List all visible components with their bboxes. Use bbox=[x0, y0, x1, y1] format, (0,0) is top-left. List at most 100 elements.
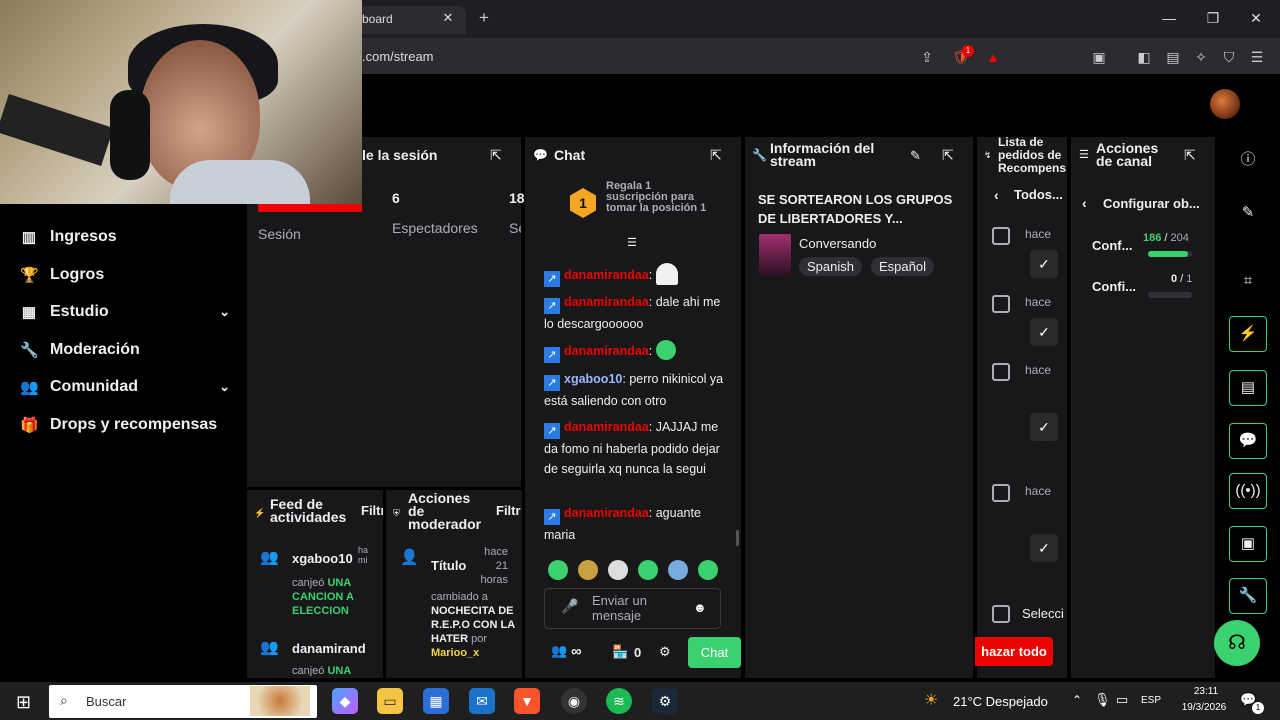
mod-filter-button[interactable]: Filtr bbox=[496, 503, 522, 518]
pencil-icon[interactable]: ✎ bbox=[910, 148, 921, 164]
emoji-icon[interactable]: ☻ bbox=[693, 600, 707, 615]
chevron-left-icon[interactable]: ‹ bbox=[1082, 195, 1087, 211]
quick-action-wrench[interactable]: 🔧 bbox=[1229, 578, 1267, 614]
wallet-icon[interactable]: ▤ bbox=[1162, 46, 1184, 68]
chat-username[interactable]: xgaboo10 bbox=[564, 372, 622, 386]
users-icon[interactable]: 👥 bbox=[551, 643, 567, 659]
sidebar-item-logros[interactable]: 🏆 Logros bbox=[20, 260, 230, 290]
popout-icon[interactable]: ⇱ bbox=[490, 147, 502, 164]
sidebar-item-ingresos[interactable]: ▥ Ingresos bbox=[20, 222, 230, 252]
queue-row-checkbox[interactable] bbox=[992, 227, 1010, 245]
pencil-icon[interactable]: ✎ bbox=[1229, 195, 1267, 231]
sub-banner-text[interactable]: Regala 1 suscripción para tomar la posic… bbox=[606, 181, 710, 214]
reader-icon[interactable]: ▣ bbox=[1088, 46, 1110, 68]
obs-icon[interactable]: ◉ bbox=[561, 688, 587, 714]
category-name[interactable]: Conversando bbox=[799, 236, 876, 251]
gear-icon[interactable]: ⚙ bbox=[659, 644, 671, 660]
category-boxart[interactable] bbox=[759, 234, 791, 276]
approve-icon[interactable]: ✓ bbox=[1030, 318, 1058, 346]
queue-row-checkbox[interactable] bbox=[992, 295, 1010, 313]
emote-icon[interactable] bbox=[608, 560, 628, 580]
popout-icon[interactable]: ⇱ bbox=[710, 147, 722, 164]
sidebar-toggle-icon[interactable]: ◧ bbox=[1133, 46, 1155, 68]
mic-icon[interactable]: 🎤 bbox=[561, 598, 578, 615]
outlook-icon[interactable]: ✉ bbox=[469, 688, 495, 714]
quick-action-lightning[interactable]: ⚡ bbox=[1229, 316, 1267, 352]
sidebar-item-drops[interactable]: 🎁 Drops y recompensas bbox=[20, 410, 230, 440]
chevron-up-icon[interactable]: ⌃ bbox=[1072, 693, 1082, 707]
chevron-left-icon[interactable]: ‹ bbox=[994, 187, 999, 203]
tag-spanish[interactable]: Spanish bbox=[799, 257, 862, 276]
clip-icon[interactable]: ⌗ bbox=[1229, 263, 1267, 299]
chat-username[interactable]: danamirandaa bbox=[564, 268, 649, 282]
windows-start-icon[interactable]: ⊞ bbox=[16, 692, 31, 713]
store-icon[interactable]: ▦ bbox=[423, 688, 449, 714]
approve-icon[interactable]: ✓ bbox=[1030, 413, 1058, 441]
mod-user[interactable]: Marioo_x bbox=[431, 647, 479, 659]
tag-espanol[interactable]: Español bbox=[871, 257, 934, 276]
sidebar-item-estudio[interactable]: ▦ Estudio ⌄ bbox=[20, 297, 230, 327]
feed-filter-button[interactable]: Filtr bbox=[361, 503, 383, 518]
brave-icon[interactable]: ▼ bbox=[514, 688, 540, 714]
sidebar-item-moderacion[interactable]: 🔧 Moderación bbox=[20, 335, 230, 365]
leo-icon[interactable]: ✧ bbox=[1190, 46, 1212, 68]
popout-icon[interactable]: ⇱ bbox=[1184, 147, 1196, 164]
store-icon[interactable]: 🏪 bbox=[612, 644, 628, 660]
menu-icon[interactable]: ☰ bbox=[1246, 46, 1268, 68]
queue-row-checkbox[interactable] bbox=[992, 484, 1010, 502]
avatar[interactable] bbox=[1210, 89, 1240, 119]
send-chat-button[interactable]: Chat bbox=[688, 637, 741, 668]
new-tab-button[interactable]: + bbox=[474, 6, 494, 30]
queue-row-checkbox[interactable] bbox=[992, 363, 1010, 381]
file-explorer-icon[interactable]: ▭ bbox=[377, 688, 403, 714]
rewards-icon[interactable]: ▲ bbox=[982, 46, 1004, 68]
close-window-icon[interactable]: ✕ bbox=[1242, 6, 1270, 30]
mod-change-text: cambiado a NOCHECITA DE R.E.P.O CON LA H… bbox=[431, 590, 515, 660]
queue-filter[interactable]: Todos... bbox=[1014, 187, 1070, 202]
reject-all-button[interactable]: hazar todo bbox=[975, 637, 1053, 666]
emote-icon[interactable] bbox=[638, 560, 658, 580]
clock-time[interactable]: 23:11 bbox=[1180, 686, 1232, 697]
chat-username[interactable]: danamirandaa bbox=[564, 344, 649, 358]
emote-icon[interactable] bbox=[548, 560, 568, 580]
info-icon[interactable]: ⓘ bbox=[1229, 142, 1267, 178]
support-headset-icon[interactable]: ☊ bbox=[1214, 620, 1260, 666]
mic-icon[interactable]: 🎙 bbox=[1094, 692, 1111, 708]
feed-user[interactable]: xgaboo10 bbox=[292, 551, 353, 566]
feed-user[interactable]: danamirand bbox=[292, 641, 372, 656]
vpn-icon[interactable]: ⛉ bbox=[1218, 46, 1240, 68]
clock-date[interactable]: 19/3/2026 bbox=[1176, 702, 1232, 713]
chat-username[interactable]: danamirandaa bbox=[564, 295, 649, 309]
emote-icon[interactable] bbox=[578, 560, 598, 580]
maximize-icon[interactable]: ❐ bbox=[1199, 6, 1227, 30]
spotify-icon[interactable]: ≋ bbox=[606, 688, 632, 714]
quick-action-chat[interactable]: 💬 bbox=[1229, 423, 1267, 459]
steam-icon[interactable]: ⚙ bbox=[652, 688, 678, 714]
goal-label[interactable]: Confi... bbox=[1092, 279, 1136, 294]
language-indicator[interactable]: ESP bbox=[1141, 695, 1161, 706]
select-all-checkbox[interactable] bbox=[992, 605, 1010, 623]
tab-title: board bbox=[362, 12, 393, 26]
chat-username[interactable]: danamirandaa bbox=[564, 420, 649, 434]
network-icon[interactable]: ▭ bbox=[1116, 692, 1128, 708]
quick-action-ads[interactable]: ▣ bbox=[1229, 526, 1267, 562]
chat-scrollbar[interactable] bbox=[736, 530, 739, 546]
emote-icon[interactable] bbox=[668, 560, 688, 580]
user-edit-icon: 👤 bbox=[400, 549, 419, 566]
share-icon[interactable]: ⇪ bbox=[916, 46, 938, 68]
weather-text[interactable]: 21°C Despejado bbox=[953, 694, 1048, 709]
minimize-icon[interactable]: — bbox=[1155, 6, 1183, 30]
chat-username[interactable]: danamirandaa bbox=[564, 506, 649, 520]
url-field[interactable]: .com/stream bbox=[350, 44, 944, 70]
emote-icon[interactable] bbox=[698, 560, 718, 580]
quick-action-broadcast[interactable]: ((•)) bbox=[1229, 473, 1267, 509]
weather-icon[interactable]: ☀ bbox=[924, 690, 938, 710]
popout-icon[interactable]: ⇱ bbox=[942, 147, 954, 164]
quick-action-notes[interactable]: ▤ bbox=[1229, 370, 1267, 406]
approve-icon[interactable]: ✓ bbox=[1030, 534, 1058, 562]
copilot-icon[interactable]: ◆ bbox=[332, 688, 358, 714]
approve-icon[interactable]: ✓ bbox=[1030, 250, 1058, 278]
sidebar-item-comunidad[interactable]: 👥 Comunidad ⌄ bbox=[20, 372, 230, 402]
goal-label[interactable]: Conf... bbox=[1092, 238, 1132, 253]
close-tab-icon[interactable]: ✕ bbox=[438, 6, 458, 30]
